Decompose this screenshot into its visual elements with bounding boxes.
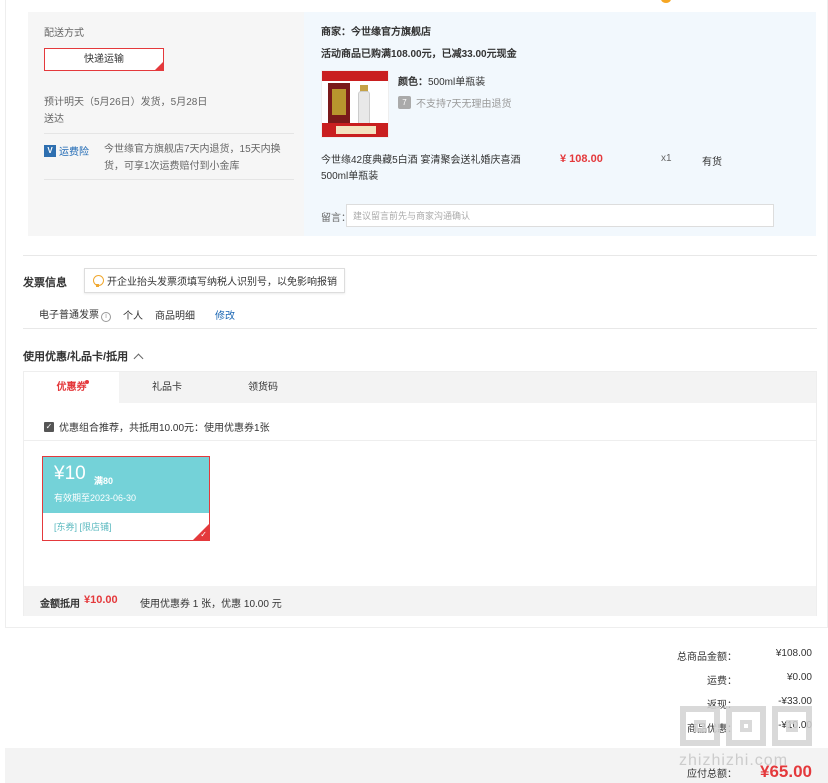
product-color: 颜色：500ml单瓶装 (398, 73, 485, 88)
summary-value: -¥33.00 (778, 696, 812, 707)
coupon-header: ¥10 满80 有效期至2023-06-30 (43, 457, 209, 513)
coupon-tags: [东券] [限店铺] (54, 522, 112, 532)
info-dot-icon (661, 0, 671, 3)
tab-coupons[interactable]: 优惠券 (24, 372, 119, 403)
eta-line-1: 预计明天（5月26日）发货，5月28日 (44, 97, 208, 108)
coupon-amount: ¥10 (54, 463, 86, 484)
product-name[interactable]: 今世缘42度典藏5白酒 宴清聚会送礼婚庆喜酒500ml单瓶装 (321, 153, 531, 185)
product-price: ¥ 108.00 (560, 153, 603, 165)
product-image[interactable] (321, 70, 389, 138)
payable-total: 应付总额： ¥65.00 (617, 762, 812, 782)
shop-order-details: 商家：今世缘官方旗舰店 活动商品已购满108.00元，已减33.00元现金 颜色… (304, 12, 816, 236)
product-quantity: x1 (661, 153, 672, 164)
summary-key: 总商品金额： (677, 652, 737, 663)
promo-text: 活动商品已购满108.00元，已减33.00元现金 (321, 49, 517, 60)
stock-status: 有货 (702, 157, 722, 168)
chevron-up-icon (133, 353, 144, 363)
delivery-options: 配送方式 快递运输 预计明天（5月26日）发货，5月28日 送达 V 运费险 今… (28, 12, 304, 236)
check-icon: ✓ (200, 530, 207, 539)
summary-row: 返现： -¥33.00 (617, 696, 812, 711)
invoice-edit-link[interactable]: 修改 (215, 307, 235, 322)
deduct-desc: 使用优惠券 1 张，优惠 10.00 元 (140, 599, 282, 610)
freight-insurance-label: 运费险 (59, 147, 89, 158)
no-return-icon: 7 (398, 96, 411, 109)
coupon-footer: 金额抵用 ¥10.00 使用优惠券 1 张，优惠 10.00 元 (24, 586, 816, 616)
info-icon[interactable]: i (101, 312, 111, 322)
delivery-eta: 预计明天（5月26日）发货，5月28日 送达 (44, 94, 244, 128)
delivery-method-label: 配送方式 (44, 28, 84, 39)
deduct-value: ¥10.00 (84, 594, 118, 606)
summary-value: ¥108.00 (775, 648, 812, 659)
summary-value: -¥10.00 (778, 720, 812, 731)
divider (24, 440, 816, 441)
return-policy: 7 不支持7天无理由退货 (398, 95, 512, 110)
recommend-combo[interactable]: ✓ 优惠组合推荐，共抵用10.00元：使用优惠券1张 (44, 419, 270, 434)
eta-line-2: 送达 (44, 114, 64, 125)
checkbox-checked-icon[interactable]: ✓ (44, 421, 54, 432)
order-panel: 配送方式 快递运输 预计明天（5月26日）发货，5月28日 送达 V 运费险 今… (5, 0, 828, 628)
summary-row: 商品优惠： -¥10.00 (617, 720, 812, 735)
remark-input[interactable] (346, 204, 774, 227)
tab-gift-cards[interactable]: 礼品卡 (119, 372, 215, 403)
invoice-tip: 开企业抬头发票须填写纳税人识别号，以免影响报销 (84, 268, 345, 293)
summary-key: 运费： (707, 676, 737, 687)
insurance-shield-icon: V (44, 144, 56, 157)
selected-corner-icon (154, 61, 164, 71)
express-shipping-option[interactable]: 快递运输 (44, 48, 164, 71)
summary-row: 总商品金额： ¥108.00 (617, 648, 812, 663)
divider (23, 255, 817, 256)
summary-row: 运费： ¥0.00 (617, 672, 812, 687)
invoice-holder: 个人 (123, 310, 143, 322)
summary-key: 商品优惠： (687, 724, 737, 735)
tab-coupons-label: 优惠券 (56, 382, 87, 393)
coupon-expiry: 有效期至2023-06-30 (54, 493, 137, 503)
notification-dot-icon (85, 380, 89, 384)
payable-label: 应付总额： (687, 769, 737, 780)
coupons-section-toggle[interactable]: 使用优惠/礼品卡/抵用 (23, 348, 144, 364)
freight-insurance-text: 今世缘官方旗舰店7天内退货，15天内换货，可享1次运费赔付到小金库 (104, 144, 281, 172)
recommend-text: 优惠组合推荐，共抵用10.00元：使用优惠券1张 (59, 423, 270, 434)
coupon-condition: 满80 (94, 476, 114, 486)
return-policy-text: 不支持7天无理由退货 (416, 99, 512, 110)
summary-key: 返现： (707, 700, 737, 711)
color-label: 颜色： (398, 77, 428, 88)
freight-insurance: V 运费险 今世缘官方旗舰店7天内退货，15天内换货，可享1次运费赔付到小金库 (44, 133, 294, 180)
invoice-title: 发票信息 (23, 277, 67, 289)
divider (23, 328, 817, 329)
summary-value: ¥0.00 (786, 672, 812, 683)
color-value: 500ml单瓶装 (428, 77, 486, 88)
payable-value: ¥65.00 (760, 762, 812, 781)
invoice-tip-text: 开企业抬头发票须填写纳税人识别号，以免影响报销 (107, 277, 337, 288)
merchant-name: 商家：今世缘官方旗舰店 (321, 27, 431, 38)
tab-redeem-code[interactable]: 领货码 (215, 372, 311, 403)
coupons-title: 使用优惠/礼品卡/抵用 (23, 351, 129, 363)
deduct-label: 金额抵用 (40, 599, 80, 610)
invoice-type: 电子普通发票 i (39, 306, 111, 322)
invoice-details: 电子普通发票 i 个人 商品明细 修改 (39, 306, 235, 322)
lightbulb-icon (93, 274, 104, 287)
express-shipping-label: 快递运输 (84, 54, 124, 65)
coupon-tabs: 优惠券 礼品卡 领货码 (24, 372, 816, 403)
invoice-type-label: 电子普通发票 (39, 310, 99, 321)
coupons-panel: 优惠券 礼品卡 领货码 ✓ 优惠组合推荐，共抵用10.00元：使用优惠券1张 ¥… (23, 371, 817, 616)
coupon-card[interactable]: ¥10 满80 有效期至2023-06-30 [东券] [限店铺] ✓ (42, 456, 210, 541)
shipping-section: 配送方式 快递运输 预计明天（5月26日）发货，5月28日 送达 V 运费险 今… (28, 12, 816, 236)
freight-insurance-badge[interactable]: V 运费险 (44, 143, 89, 158)
invoice-content: 商品明细 (155, 310, 195, 322)
